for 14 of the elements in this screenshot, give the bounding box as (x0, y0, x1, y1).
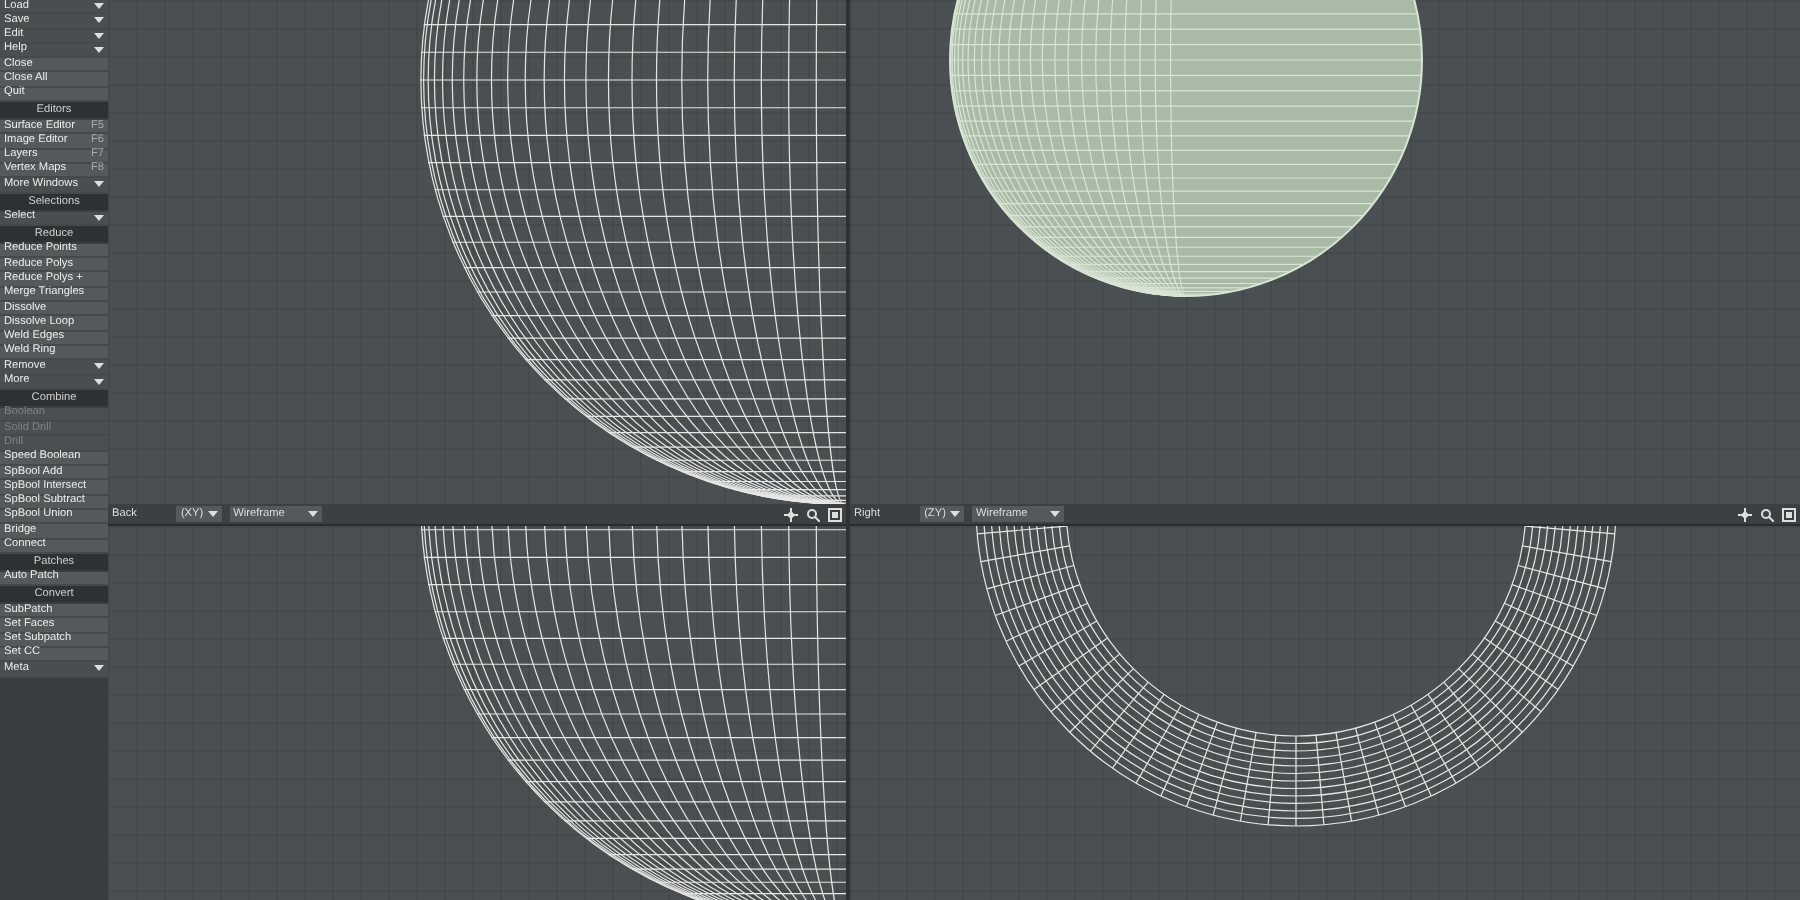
caret-icon (1049, 510, 1060, 518)
viewport-grid[interactable] (850, 526, 1800, 900)
move-icon[interactable] (784, 507, 798, 521)
viewport-grid[interactable] (108, 526, 846, 900)
caret-icon (949, 510, 960, 518)
zoom-icon[interactable] (806, 507, 820, 521)
viewport-grid[interactable] (108, 0, 846, 504)
caret-icon (307, 510, 318, 518)
move-icon[interactable] (1738, 507, 1752, 521)
maximize-icon[interactable] (1782, 507, 1796, 521)
zoom-icon[interactable] (1760, 507, 1774, 521)
viewport-grid[interactable] (850, 0, 1800, 504)
caret-icon (207, 510, 218, 518)
maximize-icon[interactable] (828, 507, 842, 521)
